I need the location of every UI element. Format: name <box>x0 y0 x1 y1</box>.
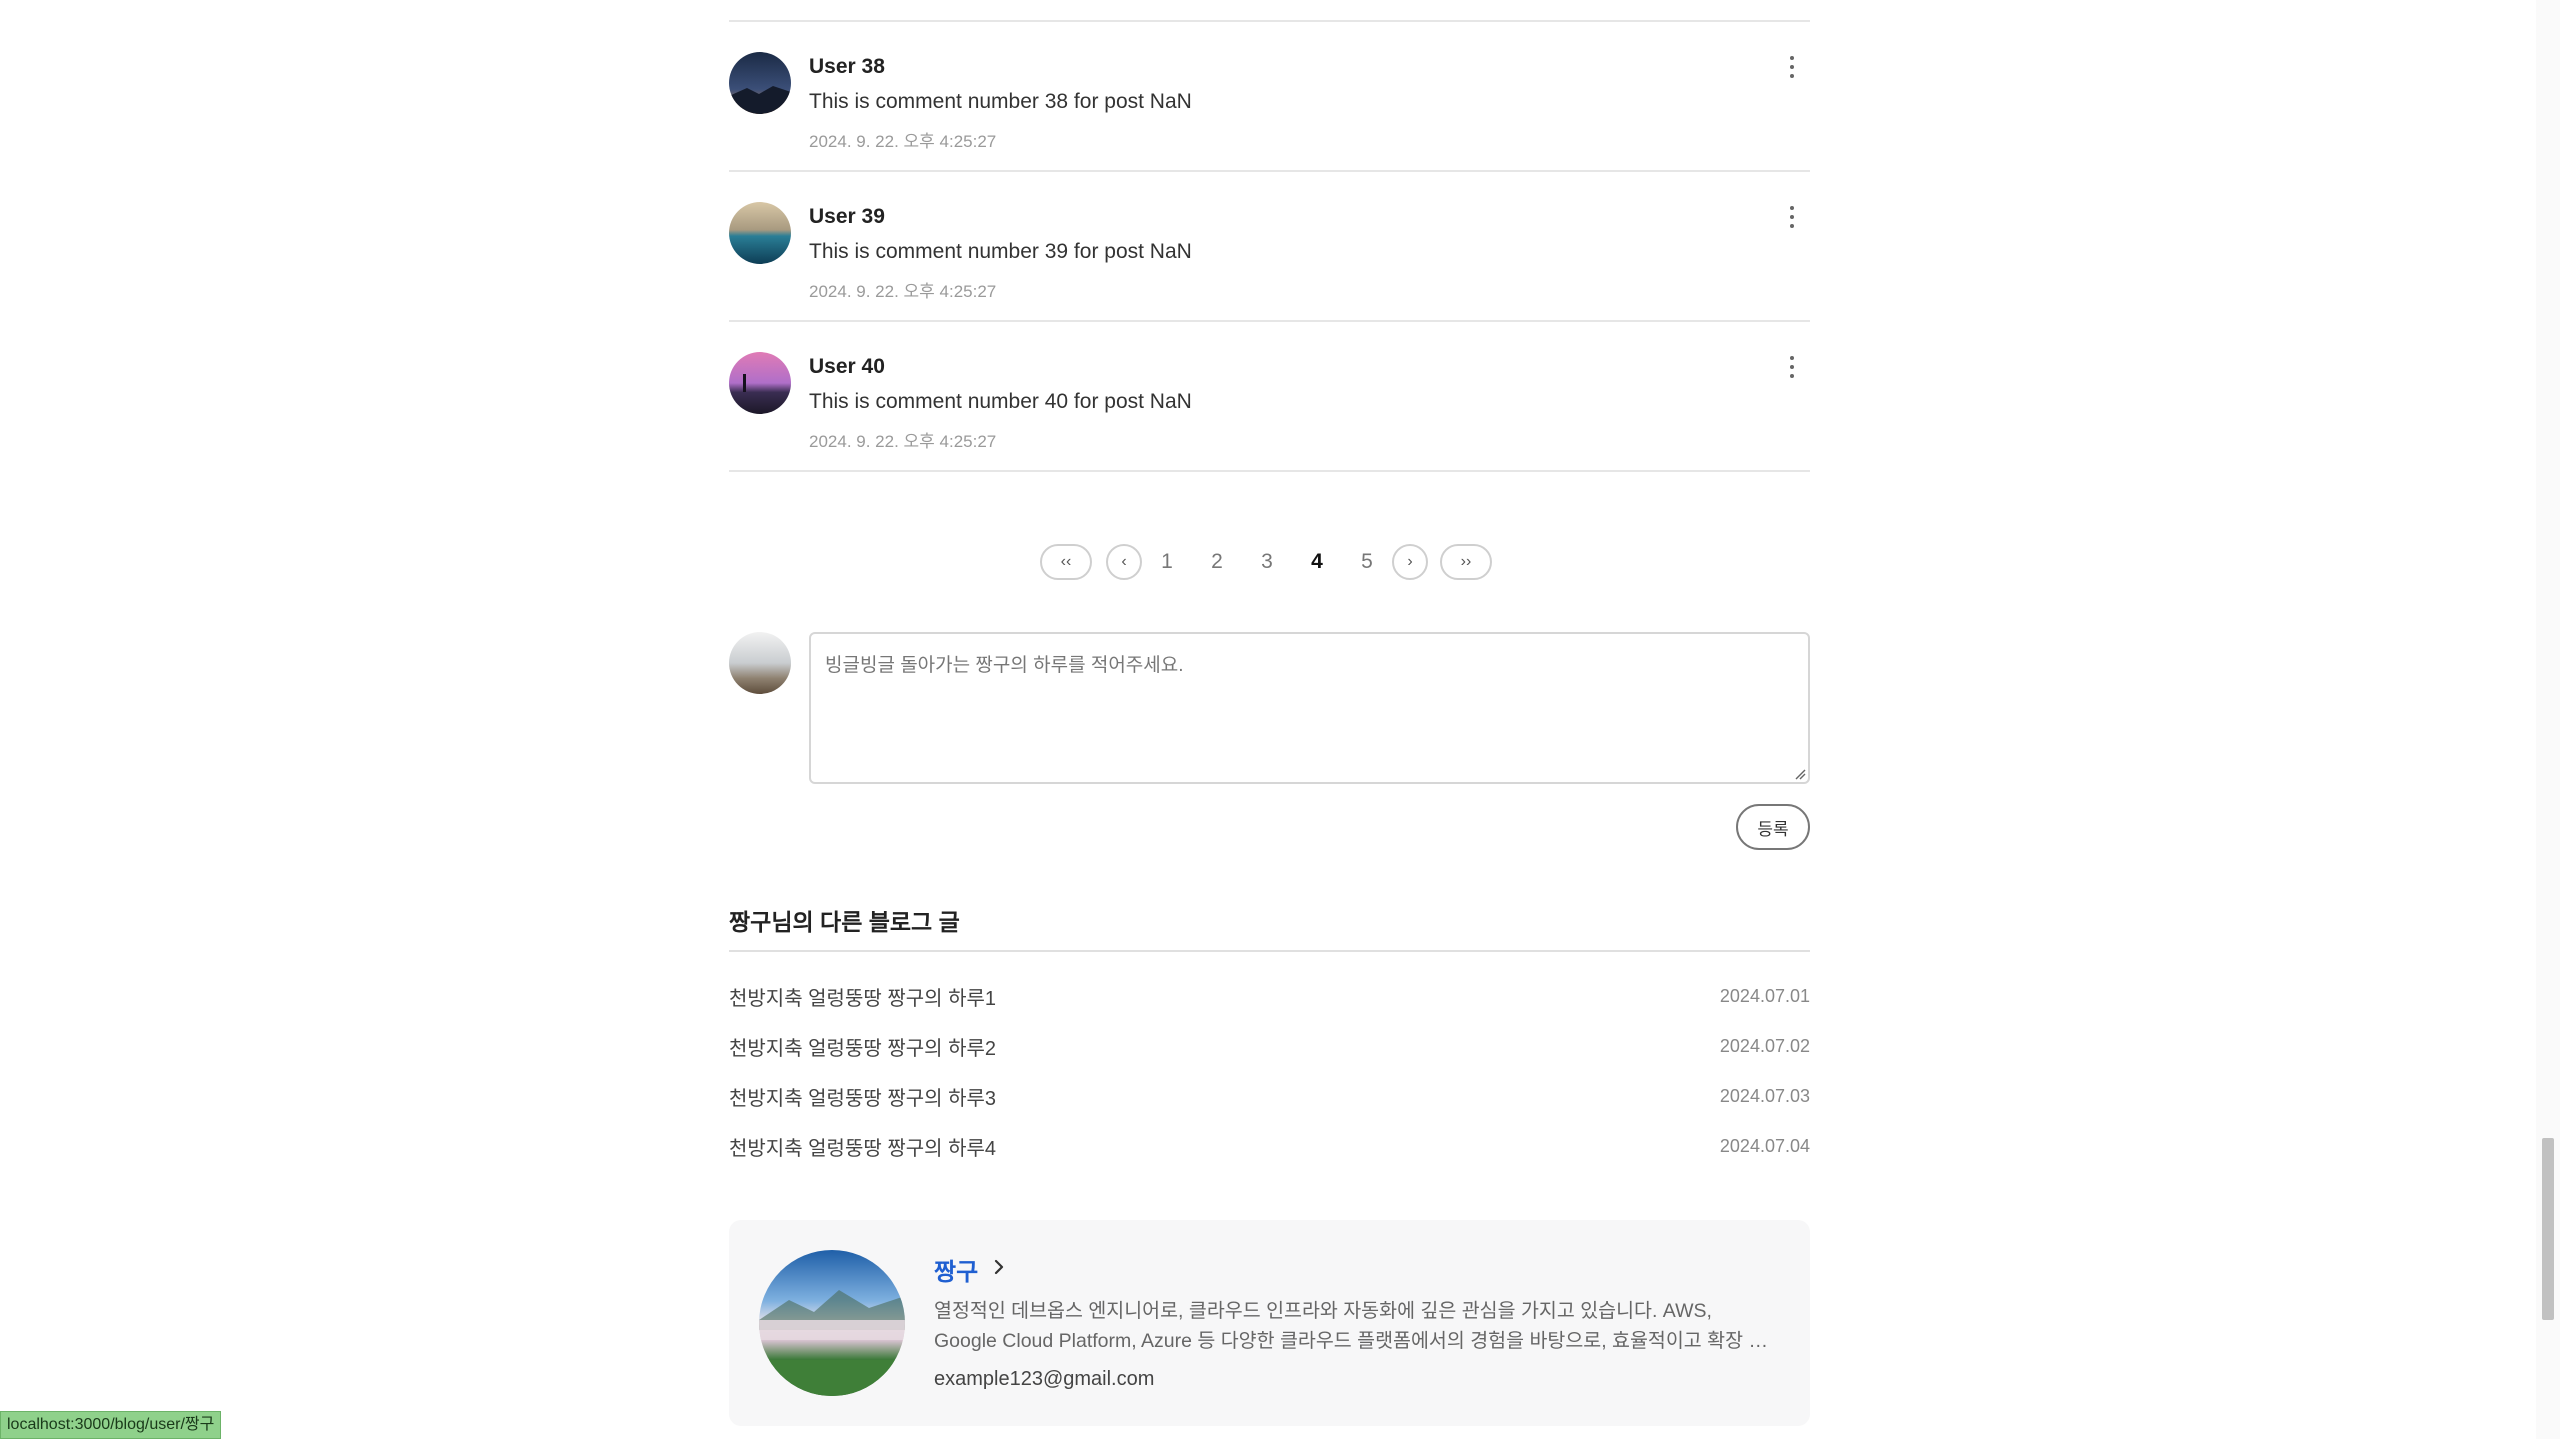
other-post-item[interactable]: 천방지축 얼렁뚱땅 짱구의 하루4 2024.07.04 <box>729 1131 1810 1161</box>
author-email: example123@gmail.com <box>934 1368 1155 1390</box>
page-number[interactable]: 5 <box>1342 550 1392 574</box>
comment-author: User 40 <box>809 355 885 378</box>
avatar-image <box>729 352 791 414</box>
resize-handle-icon[interactable] <box>1794 768 1806 780</box>
comment-author: User 38 <box>809 55 885 78</box>
avatar[interactable] <box>729 52 791 114</box>
comment-item: User 39 This is comment number 39 for po… <box>729 172 1810 322</box>
comment-timestamp: 2024. 9. 22. 오후 4:25:27 <box>809 432 997 451</box>
comment-text: This is comment number 40 for post NaN <box>809 390 1192 413</box>
last-page-button[interactable]: ›› <box>1440 544 1492 580</box>
post-date: 2024.07.04 <box>1719 1135 1810 1156</box>
comment-item: User 40 This is comment number 40 for po… <box>729 322 1810 472</box>
pagination: ‹‹ ‹ 1 2 3 4 5 › ›› <box>1040 543 1492 581</box>
avatar-image <box>729 202 791 264</box>
next-page-button[interactable]: › <box>1392 544 1428 580</box>
other-posts-title: 짱구님의 다른 블로그 글 <box>729 909 960 935</box>
post-date: 2024.07.03 <box>1719 1085 1810 1106</box>
page-number-current[interactable]: 4 <box>1292 550 1342 574</box>
post-title[interactable]: 천방지축 얼렁뚱땅 짱구의 하루3 <box>729 1082 996 1111</box>
divider <box>729 950 1810 952</box>
first-page-button[interactable]: ‹‹ <box>1040 544 1092 580</box>
more-options-icon[interactable] <box>1782 352 1802 382</box>
other-post-item[interactable]: 천방지축 얼렁뚱땅 짱구의 하루3 2024.07.03 <box>729 1081 1810 1111</box>
avatar-image <box>759 1250 905 1396</box>
more-options-icon[interactable] <box>1782 202 1802 232</box>
post-title[interactable]: 천방지축 얼렁뚱땅 짱구의 하루1 <box>729 982 996 1011</box>
author-bio: 열정적인 데브옵스 엔지니어로, 클라우드 인프라와 자동화에 깊은 관심을 가… <box>934 1300 1767 1352</box>
more-options-icon[interactable] <box>1782 52 1802 82</box>
comment-author: User 39 <box>809 205 885 228</box>
other-post-item[interactable]: 천방지축 얼렁뚱땅 짱구의 하루2 2024.07.02 <box>729 1031 1810 1061</box>
comment-text: This is comment number 38 for post NaN <box>809 90 1192 113</box>
post-date: 2024.07.01 <box>1719 985 1810 1006</box>
page-number[interactable]: 2 <box>1192 550 1242 574</box>
prev-page-button[interactable]: ‹ <box>1106 544 1142 580</box>
author-profile-card: 짱구 열정적인 데브옵스 엔지니어로, 클라우드 인프라와 자동화에 깊은 관심… <box>729 1220 1810 1426</box>
page-number[interactable]: 1 <box>1142 550 1192 574</box>
avatar[interactable] <box>729 202 791 264</box>
chevron-right-icon[interactable] <box>990 1256 1008 1278</box>
comment-text: This is comment number 39 for post NaN <box>809 240 1192 263</box>
comment-timestamp: 2024. 9. 22. 오후 4:25:27 <box>809 132 997 151</box>
post-title[interactable]: 천방지축 얼렁뚱땅 짱구의 하루2 <box>729 1032 996 1061</box>
scrollbar[interactable] <box>2536 0 2560 1439</box>
comment-timestamp: 2024. 9. 22. 오후 4:25:27 <box>809 282 997 301</box>
post-date: 2024.07.02 <box>1719 1035 1810 1056</box>
current-user-avatar <box>729 632 791 694</box>
other-post-item[interactable]: 천방지축 얼렁뚱땅 짱구의 하루1 2024.07.01 <box>729 981 1810 1011</box>
submit-comment-button[interactable]: 등록 <box>1736 804 1810 850</box>
page-number[interactable]: 3 <box>1242 550 1292 574</box>
avatar-image <box>729 632 791 694</box>
author-name-link[interactable]: 짱구 <box>934 1252 978 1287</box>
status-bar-url: localhost:3000/blog/user/짱구 <box>0 1411 222 1439</box>
post-title[interactable]: 천방지축 얼렁뚱땅 짱구의 하루4 <box>729 1132 996 1161</box>
author-avatar[interactable] <box>759 1250 905 1396</box>
scrollbar-thumb[interactable] <box>2542 1138 2554 1320</box>
avatar[interactable] <box>729 352 791 414</box>
comment-textarea[interactable] <box>809 632 1810 784</box>
page: User 38 This is comment number 38 for po… <box>0 0 2560 1439</box>
comment-item: User 38 This is comment number 38 for po… <box>729 22 1810 172</box>
avatar-image <box>729 52 791 114</box>
